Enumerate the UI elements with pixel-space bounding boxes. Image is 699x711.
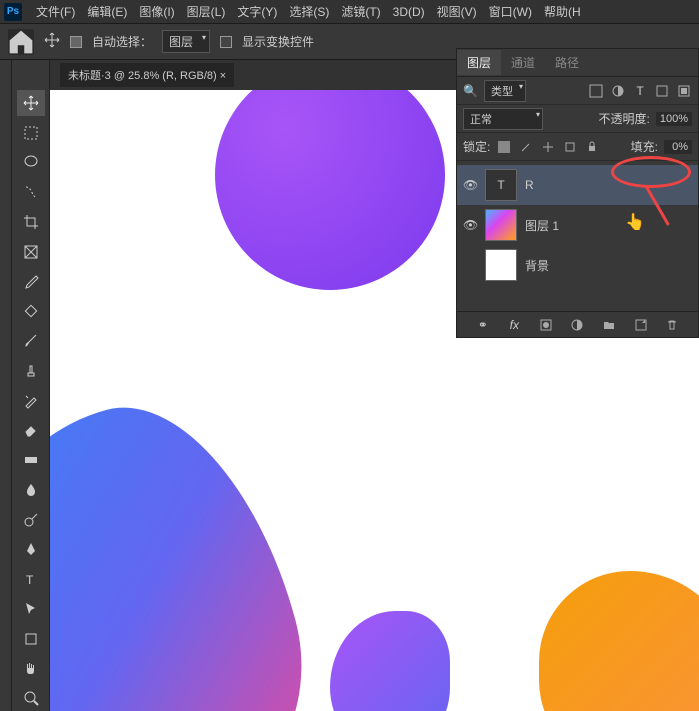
eraser-tool[interactable] <box>17 417 45 443</box>
lock-position-icon[interactable] <box>540 139 556 155</box>
layer-name[interactable]: 背景 <box>525 257 549 274</box>
hand-tool[interactable] <box>17 656 45 682</box>
dock-strip <box>0 60 12 711</box>
canvas-blue-pink-blob <box>50 377 339 711</box>
menu-3d[interactable]: 3D(D) <box>387 5 431 19</box>
menu-type[interactable]: 文字(Y) <box>231 3 283 20</box>
group-icon[interactable] <box>601 317 617 333</box>
adjustment-layer-icon[interactable] <box>569 317 585 333</box>
fill-value[interactable]: 0% <box>664 140 692 154</box>
auto-select-target-dropdown[interactable]: 图层 <box>162 30 210 53</box>
crop-tool[interactable] <box>17 209 45 235</box>
svg-text:T: T <box>26 573 34 587</box>
layer-row-r[interactable]: 👁 T R <box>457 165 698 205</box>
menu-image[interactable]: 图像(I) <box>133 3 180 20</box>
layer-row-bg[interactable]: 背景 <box>457 245 698 285</box>
lock-artboard-icon[interactable] <box>562 139 578 155</box>
new-layer-icon[interactable] <box>633 317 649 333</box>
home-icon[interactable] <box>8 29 34 55</box>
menu-layer[interactable]: 图层(L) <box>181 3 232 20</box>
layer-name[interactable]: R <box>525 178 534 192</box>
canvas-purple-circle <box>215 90 445 290</box>
shape-tool[interactable] <box>17 626 45 652</box>
auto-select-checkbox[interactable] <box>70 36 82 48</box>
tab-paths[interactable]: 路径 <box>545 50 589 75</box>
filter-shape-icon[interactable] <box>654 83 670 99</box>
zoom-tool[interactable] <box>17 685 45 711</box>
opacity-label: 不透明度: <box>599 110 650 127</box>
blend-opacity-row: 正常 不透明度: 100% <box>457 105 698 133</box>
layer-mask-icon[interactable] <box>538 317 554 333</box>
layer-thumb-text: T <box>485 169 517 201</box>
menu-select[interactable]: 选择(S) <box>283 3 335 20</box>
visibility-icon[interactable]: 👁 <box>463 178 477 192</box>
tab-layers[interactable]: 图层 <box>457 50 501 75</box>
lasso-tool[interactable] <box>17 150 45 176</box>
layers-panel: 图层 通道 路径 🔍 类型 T 正常 不透明度: 100% 锁定: 填充: 0%… <box>456 48 699 338</box>
layer-thumb-bg <box>485 249 517 281</box>
fx-icon[interactable]: fx <box>506 317 522 333</box>
panel-footer: ⚭ fx <box>457 311 698 337</box>
frame-tool[interactable] <box>17 239 45 265</box>
canvas-orange-blob <box>539 571 699 711</box>
blend-mode-dropdown[interactable]: 正常 <box>463 108 543 130</box>
toolbar: T <box>12 60 50 711</box>
link-layers-icon[interactable]: ⚭ <box>475 317 491 333</box>
menu-filter[interactable]: 滤镜(T) <box>335 3 386 20</box>
layer-name[interactable]: 图层 1 <box>525 217 559 234</box>
gradient-tool[interactable] <box>17 447 45 473</box>
type-tool[interactable]: T <box>17 566 45 592</box>
show-transform-checkbox[interactable] <box>220 36 232 48</box>
lock-all-icon[interactable] <box>584 139 600 155</box>
layer-thumb-image <box>485 209 517 241</box>
filter-type-dropdown[interactable]: 类型 <box>484 80 526 102</box>
auto-select-label: 自动选择： <box>92 33 152 50</box>
marquee-tool[interactable] <box>17 120 45 146</box>
filter-smart-icon[interactable] <box>676 83 692 99</box>
filter-image-icon[interactable] <box>588 83 604 99</box>
document-tab[interactable]: 未标题·3 @ 25.8% (R, RGB/8) × <box>60 63 234 87</box>
menu-view[interactable]: 视图(V) <box>431 3 483 20</box>
lock-pixels-icon[interactable] <box>496 139 512 155</box>
history-brush-tool[interactable] <box>17 388 45 414</box>
search-icon: 🔍 <box>463 84 478 98</box>
lock-brush-icon[interactable] <box>518 139 534 155</box>
eyedropper-tool[interactable] <box>17 269 45 295</box>
filter-text-icon[interactable]: T <box>632 83 648 99</box>
visibility-icon[interactable]: 👁 <box>463 218 477 232</box>
opacity-value[interactable]: 100% <box>656 112 692 126</box>
move-tool-indicator-icon <box>44 32 60 51</box>
menu-edit[interactable]: 编辑(E) <box>81 3 133 20</box>
brush-tool[interactable] <box>17 328 45 354</box>
panel-tabs: 图层 通道 路径 <box>457 49 698 77</box>
menu-help[interactable]: 帮助(H <box>538 3 587 20</box>
layer-list: 👁 T R 👁 图层 1 背景 <box>457 161 698 289</box>
path-select-tool[interactable] <box>17 596 45 622</box>
layer-row-1[interactable]: 👁 图层 1 <box>457 205 698 245</box>
stamp-tool[interactable] <box>17 358 45 384</box>
show-transform-label: 显示变换控件 <box>242 33 314 50</box>
delete-layer-icon[interactable] <box>664 317 680 333</box>
dodge-tool[interactable] <box>17 507 45 533</box>
lock-label: 锁定: <box>463 138 490 155</box>
move-tool[interactable] <box>17 90 45 116</box>
magic-wand-tool[interactable] <box>17 179 45 205</box>
healing-tool[interactable] <box>17 298 45 324</box>
canvas-purple-blob <box>330 611 450 711</box>
menu-window[interactable]: 窗口(W) <box>483 3 538 20</box>
lock-fill-row: 锁定: 填充: 0% <box>457 133 698 161</box>
pen-tool[interactable] <box>17 536 45 562</box>
menu-file[interactable]: 文件(F) <box>30 3 81 20</box>
filter-adjust-icon[interactable] <box>610 83 626 99</box>
menu-bar: Ps 文件(F) 编辑(E) 图像(I) 图层(L) 文字(Y) 选择(S) 滤… <box>0 0 699 24</box>
fill-label: 填充: <box>631 138 658 155</box>
layer-filter-row: 🔍 类型 T <box>457 77 698 105</box>
app-logo: Ps <box>4 3 22 21</box>
blur-tool[interactable] <box>17 477 45 503</box>
tab-channels[interactable]: 通道 <box>501 50 545 75</box>
